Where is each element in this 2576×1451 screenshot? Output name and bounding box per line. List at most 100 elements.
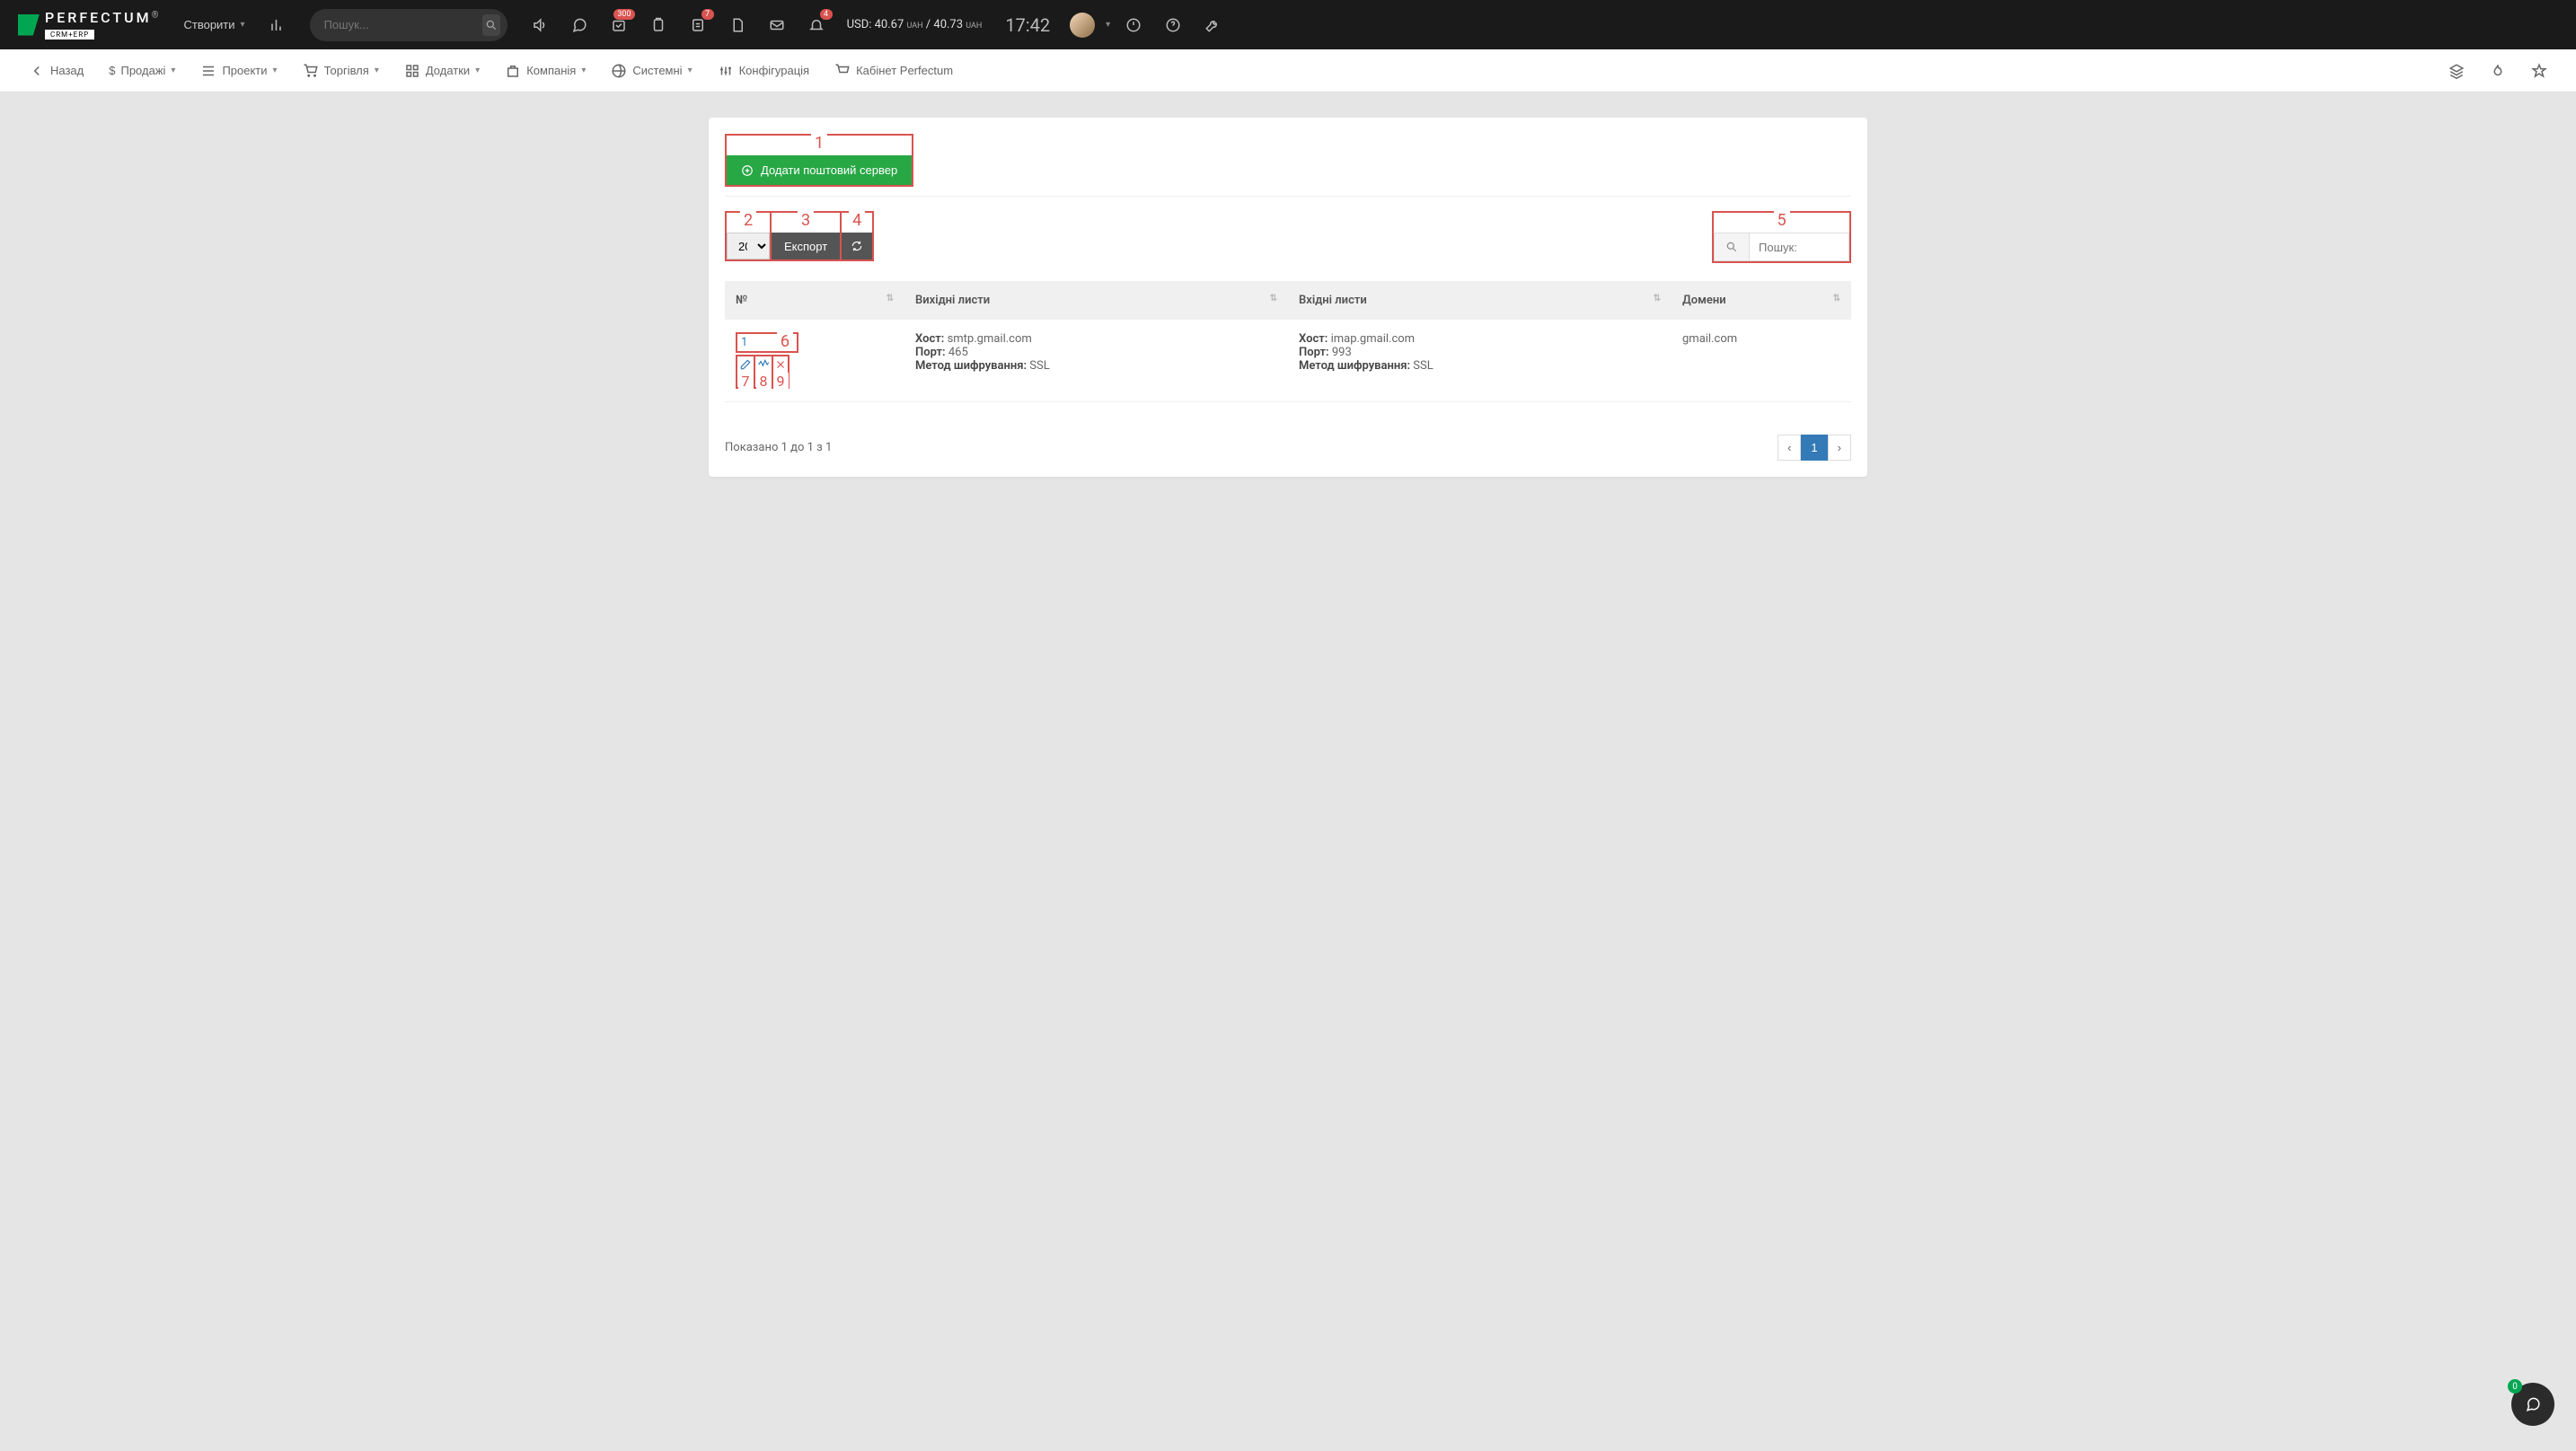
cell-outgoing: Хост: smtp.gmail.com Порт: 465 Метод шиф… [904, 320, 1288, 402]
add-mail-server-button[interactable]: Додати поштовий сервер [727, 155, 912, 185]
annotation-label-6: 6 [777, 332, 793, 351]
sort-icon: ⇅ [887, 294, 894, 303]
annotation-3: 3 Експорт [770, 211, 840, 261]
cabinet-label: Кабінет Perfectum [856, 64, 953, 77]
annotation-label-7: 7 [738, 373, 754, 390]
secondary-nav: Назад $ Продажі ▾ Проекти ▾ Торгівля ▾ Д… [0, 49, 2576, 92]
nav-system[interactable]: Системні ▾ [600, 56, 702, 86]
export-label: Експорт [784, 240, 827, 253]
annotation-2: 2 20 [725, 211, 770, 261]
table-footer: Показано 1 до 1 з 1 ‹ 1 › [709, 418, 1867, 477]
page-next[interactable]: › [1828, 435, 1851, 461]
nav-layers-icon[interactable] [2438, 56, 2475, 86]
annotation-label-1: 1 [811, 134, 827, 153]
avatar[interactable] [1070, 13, 1095, 38]
chevron-down-icon: ▾ [241, 20, 245, 30]
annotation-7: 7 [736, 355, 754, 389]
list-check-icon[interactable]: 7 [689, 16, 707, 34]
logo[interactable]: PERFECTUM® CRM+ERP [18, 9, 158, 40]
inbox-check-icon[interactable]: 300 [610, 16, 628, 34]
showing-info: Показано 1 до 1 з 1 [725, 441, 832, 454]
back-label: Назад [50, 64, 84, 77]
global-search-button[interactable] [482, 14, 500, 36]
pagination: ‹ 1 › [1778, 435, 1851, 461]
chat-bubble-icon[interactable] [570, 16, 588, 34]
trade-label: Торгівля [324, 64, 369, 77]
avatar-chevron-down-icon[interactable]: ▾ [1106, 20, 1110, 30]
nav-cabinet[interactable]: Кабінет Perfectum [824, 56, 964, 86]
back-button[interactable]: Назад [18, 56, 94, 86]
main-panel: 1 Додати поштовий сервер 2 20 3 Експорт [709, 118, 1867, 477]
global-search [310, 9, 507, 41]
company-label: Компанія [526, 64, 576, 77]
nav-trade[interactable]: Торгівля ▾ [292, 56, 390, 86]
help-icon[interactable] [1164, 16, 1182, 34]
document-icon[interactable] [728, 16, 746, 34]
chevron-down-icon: ▾ [375, 66, 379, 75]
create-label: Створити [183, 18, 234, 31]
cell-domain: gmail.com [1672, 320, 1851, 402]
global-search-input[interactable] [324, 18, 482, 31]
refresh-button[interactable] [842, 233, 872, 259]
wrench-icon[interactable] [1204, 16, 1222, 34]
sort-icon: ⇅ [1833, 294, 1840, 303]
addons-label: Додатки [426, 64, 470, 77]
page-prev[interactable]: ‹ [1778, 435, 1801, 461]
export-button[interactable]: Експорт [772, 233, 840, 259]
col-num[interactable]: № ⇅ [725, 281, 904, 320]
power-icon[interactable] [1125, 16, 1142, 34]
currency-unit-2: UAH [966, 22, 982, 31]
col-outgoing[interactable]: Вихідні листи ⇅ [904, 281, 1288, 320]
page-current[interactable]: 1 [1801, 435, 1827, 461]
currency-sell: 40.73 [933, 18, 963, 31]
logo-subtitle: CRM+ERP [45, 30, 94, 40]
cell-incoming: Хост: imap.gmail.com Порт: 993 Метод шиф… [1288, 320, 1672, 402]
edit-icon[interactable] [739, 358, 752, 371]
chevron-down-icon: ▾ [475, 66, 480, 75]
currency-sep: / [926, 18, 931, 31]
search-icon [1715, 233, 1750, 260]
logo-icon [18, 14, 40, 36]
col-domains[interactable]: Домени ⇅ [1672, 281, 1851, 320]
col-incoming[interactable]: Вхідні листи ⇅ [1288, 281, 1672, 320]
chevron-down-icon: ▾ [688, 66, 693, 75]
annotation-5: 5 [1712, 211, 1851, 263]
chevron-down-icon: ▾ [581, 66, 586, 75]
chat-widget[interactable]: 0 [2511, 1383, 2554, 1426]
annotation-1: 1 Додати поштовий сервер [725, 134, 913, 187]
currency-buy: 40.67 [875, 18, 904, 31]
clipboard-icon[interactable] [649, 16, 667, 34]
chevron-down-icon: ▾ [171, 66, 175, 75]
nav-sales[interactable]: $ Продажі ▾ [98, 57, 186, 84]
annotation-8: 8 [754, 355, 772, 389]
nav-projects[interactable]: Проекти ▾ [190, 56, 287, 86]
annotation-label-9: 9 [773, 373, 789, 390]
envelope-icon[interactable] [768, 16, 786, 34]
table-search-input[interactable] [1750, 233, 1848, 260]
nav-config[interactable]: Конфігурація [707, 56, 821, 86]
nav-company[interactable]: Компанія ▾ [494, 56, 596, 86]
currency-unit-1: UAH [907, 22, 923, 31]
bell-icon[interactable]: 4 [807, 16, 825, 34]
annotation-label-2: 2 [740, 211, 756, 230]
annotation-label-4: 4 [849, 211, 865, 230]
test-icon[interactable] [757, 358, 770, 371]
page-size-select[interactable]: 20 [727, 233, 770, 259]
annotation-9: 9 [772, 355, 790, 389]
projects-label: Проекти [222, 64, 267, 77]
create-dropdown[interactable]: Створити ▾ [174, 13, 253, 37]
dollar-icon: $ [109, 64, 115, 77]
currency-widget[interactable]: USD: 40.67 UAH / 40.73 UAH [847, 18, 983, 31]
nav-star-icon[interactable] [2520, 56, 2558, 86]
chat-badge: 0 [2508, 1379, 2522, 1394]
nav-addons[interactable]: Додатки ▾ [393, 56, 490, 86]
logo-text: PERFECTUM [45, 9, 152, 26]
system-label: Системні [632, 64, 682, 77]
delete-icon[interactable] [774, 358, 787, 371]
nav-fire-icon[interactable] [2479, 56, 2517, 86]
chevron-down-icon: ▾ [273, 66, 278, 75]
volume-icon[interactable] [531, 16, 549, 34]
annotation-label-3: 3 [798, 211, 814, 230]
row-number[interactable]: 1 [741, 336, 747, 349]
bar-chart-icon[interactable] [269, 16, 287, 34]
